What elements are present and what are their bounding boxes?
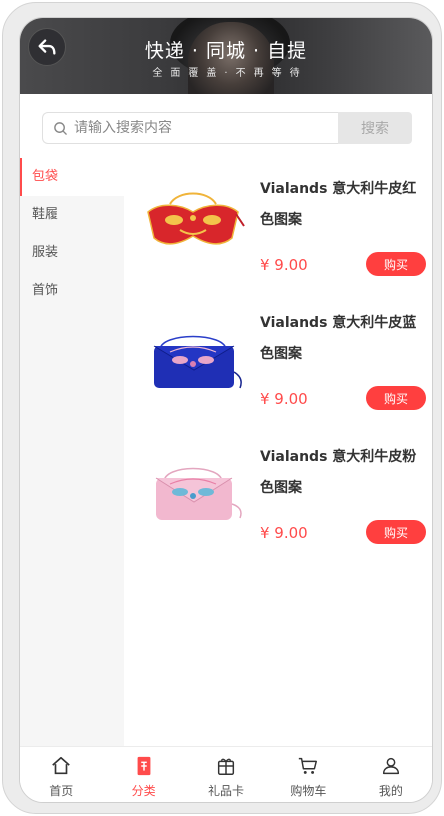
- search-input[interactable]: [74, 120, 314, 136]
- tab-label: 购物车: [290, 784, 327, 798]
- user-icon: [382, 757, 399, 775]
- sidebar-item-bags[interactable]: 包袋: [20, 158, 124, 196]
- gift-card-icon: [217, 758, 235, 775]
- product-name: Vialands 意大利牛皮粉色图案: [260, 449, 417, 496]
- product-item[interactable]: Vialands 意大利牛皮红色图案 ¥ 9.00 购买: [124, 158, 432, 288]
- product-price: ¥ 9.00: [260, 256, 308, 274]
- tab-profile[interactable]: 我的: [350, 747, 432, 802]
- tab-home[interactable]: 首页: [20, 747, 102, 802]
- search-icon: [54, 121, 67, 135]
- home-icon: [52, 756, 71, 775]
- buy-button[interactable]: 购买: [366, 386, 426, 410]
- product-name: Vialands 意大利牛皮蓝色图案: [260, 315, 417, 362]
- phone-frame: 快递 · 同城 · 自提 全面覆盖·不再等待 搜索 包袋 鞋履 服装 首饰: [2, 2, 442, 814]
- product-list: Vialands 意大利牛皮红色图案 ¥ 9.00 购买 Vialands 意大…: [124, 158, 432, 746]
- product-price: ¥ 9.00: [260, 390, 308, 408]
- sidebar-item-shoes[interactable]: 鞋履: [20, 196, 124, 234]
- tab-label: 分类: [131, 784, 156, 798]
- sidebar-item-clothing[interactable]: 服装: [20, 234, 124, 272]
- product-name: Vialands 意大利牛皮红色图案: [260, 181, 417, 228]
- search-bar: 搜索: [42, 112, 412, 144]
- bottom-tab-bar: 首页 分类 礼品卡 购物车 我的: [20, 746, 432, 802]
- red-bag-image: [147, 192, 245, 245]
- product-item[interactable]: Vialands 意大利牛皮蓝色图案 ¥ 9.00 购买: [124, 292, 432, 422]
- product-price: ¥ 9.00: [260, 524, 308, 542]
- buy-button[interactable]: 购买: [366, 520, 426, 544]
- product-item[interactable]: Vialands 意大利牛皮粉色图案 ¥ 9.00 购买: [124, 426, 432, 556]
- tab-label: 礼品卡: [208, 784, 245, 798]
- category-sidebar: 包袋 鞋履 服装 首饰: [20, 158, 124, 746]
- blue-bag-image: [153, 335, 242, 389]
- category-icon: [137, 756, 151, 776]
- header-banner: 快递 · 同城 · 自提 全面覆盖·不再等待: [20, 18, 432, 94]
- tab-label: 首页: [49, 784, 74, 798]
- tab-cart[interactable]: 购物车: [267, 747, 349, 802]
- cart-icon: [299, 757, 318, 774]
- tab-category[interactable]: 分类: [102, 747, 184, 802]
- search-button[interactable]: 搜索: [338, 112, 412, 144]
- pink-bag-image: [155, 467, 242, 520]
- tab-gift-card[interactable]: 礼品卡: [185, 747, 267, 802]
- buy-button[interactable]: 购买: [366, 252, 426, 276]
- app-screen: 快递 · 同城 · 自提 全面覆盖·不再等待 搜索 包袋 鞋履 服装 首饰: [19, 17, 433, 803]
- search-box[interactable]: [42, 112, 338, 144]
- header-title: 快递 · 同城 · 自提: [144, 40, 308, 62]
- header-subtitle: 全面覆盖·不再等待: [152, 68, 308, 79]
- sidebar-item-jewelry[interactable]: 首饰: [20, 272, 124, 310]
- tab-label: 我的: [378, 784, 403, 798]
